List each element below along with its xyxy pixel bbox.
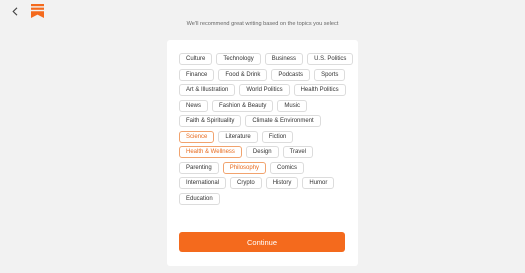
topic-chip[interactable]: Comics xyxy=(270,161,305,174)
topic-chip[interactable]: Philosophy xyxy=(222,161,267,174)
topic-chip[interactable]: U.S. Politics xyxy=(307,53,354,65)
topic-chip[interactable]: Travel xyxy=(282,146,314,158)
substack-logo-icon xyxy=(31,4,44,18)
topic-chip[interactable]: History xyxy=(265,177,299,189)
topic-chip[interactable]: Science xyxy=(179,130,215,143)
topic-chip[interactable]: Parenting xyxy=(179,161,219,174)
page-subtitle: We'll recommend great writing based on t… xyxy=(186,21,339,27)
topic-chip[interactable]: Faith & Spirituality xyxy=(179,115,242,127)
topic-chip[interactable]: Crypto xyxy=(230,177,262,189)
back-button[interactable] xyxy=(8,4,22,18)
chevron-left-icon xyxy=(12,6,18,16)
topic-chip[interactable]: Health Politics xyxy=(293,84,346,96)
topic-chip[interactable]: Music xyxy=(277,99,308,112)
topic-chip[interactable]: Sports xyxy=(314,68,346,81)
topic-chip[interactable]: World Politics xyxy=(239,84,290,96)
topic-chip[interactable]: Design xyxy=(245,146,279,158)
topic-chip[interactable]: News xyxy=(179,99,209,112)
topic-chip[interactable]: Technology xyxy=(216,53,261,65)
topic-chip[interactable]: Health & Wellness xyxy=(179,146,242,158)
topic-chip[interactable]: Literature xyxy=(218,130,258,143)
topic-chip[interactable]: Culture xyxy=(179,53,213,65)
topic-chip-list: Culture Technology Business U.S. Politics Fi… xyxy=(179,53,354,205)
continue-button[interactable]: Continue xyxy=(179,232,345,252)
topic-chip[interactable]: Art & Illustration xyxy=(179,84,236,96)
topic-chip[interactable]: Climate & Environment xyxy=(245,115,321,127)
topic-chip[interactable]: Humor xyxy=(302,177,335,189)
topic-chip[interactable]: Fiction xyxy=(261,130,294,143)
topic-chip[interactable]: Finance xyxy=(179,68,215,81)
topic-chip[interactable]: Fashion & Beauty xyxy=(212,99,274,112)
topic-chip[interactable]: Business xyxy=(264,53,304,65)
topics-card: Culture Technology Business U.S. Politics Fi… xyxy=(167,40,358,266)
topic-chip[interactable]: Education xyxy=(179,192,220,205)
topic-chip[interactable]: International xyxy=(179,177,227,189)
topic-chip[interactable]: Food & Drink xyxy=(218,68,268,81)
topic-chip[interactable]: Podcasts xyxy=(271,68,311,81)
